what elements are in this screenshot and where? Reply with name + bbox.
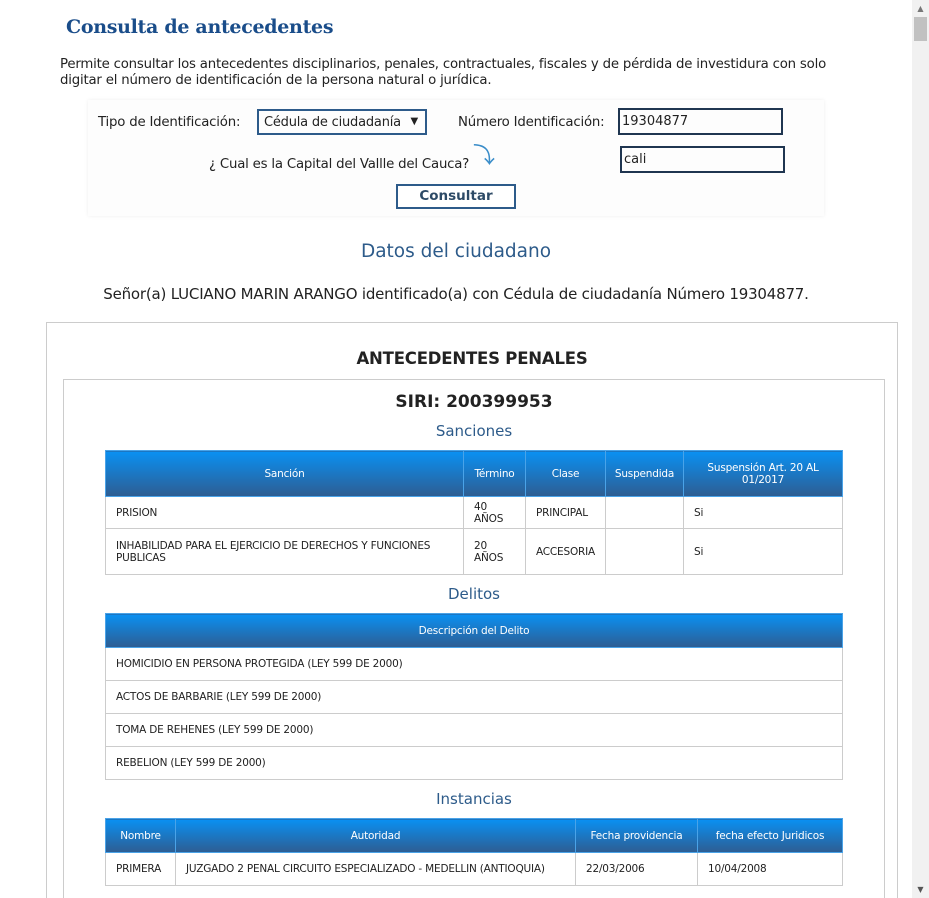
cell: HOMICIDIO EN PERSONA PROTEGIDA (LEY 599 …: [105, 647, 843, 681]
cell: 22/03/2006: [575, 852, 698, 886]
cell: PRINCIPAL: [524, 496, 607, 529]
cell: 10/04/2008: [697, 852, 843, 886]
siri-panel: SIRI: 200399953 Sanciones Sanción Término…: [63, 379, 885, 898]
col-header: Nombre: [105, 818, 176, 853]
siri-number: SIRI: 200399953: [395, 392, 553, 412]
cell: INHABILIDAD PARA EL EJERCICIO DE DERECHO…: [105, 528, 464, 575]
cell: [605, 496, 685, 529]
table-row: REBELION (LEY 599 DE 2000): [105, 746, 843, 780]
col-header: Sanción: [105, 450, 464, 497]
col-header: Descripción del Delito: [105, 613, 843, 648]
cell: REBELION (LEY 599 DE 2000): [105, 746, 843, 780]
chevron-down-icon: ▼: [410, 116, 419, 127]
table-row: HOMICIDIO EN PERSONA PROTEGIDA (LEY 599 …: [105, 647, 843, 681]
table-row: PRIMERA JUZGADO 2 PENAL CIRCUITO ESPECIAL…: [105, 852, 843, 886]
sanciones-table: Sanción Término Clase Suspendida Suspensión …: [105, 450, 843, 575]
col-header: Fecha providencia: [575, 818, 698, 853]
numero-label: Número Identificación:: [458, 115, 605, 130]
instancias-table: Nombre Autoridad Fecha providencia fecha ef…: [105, 818, 843, 886]
table-row: PRISION 40 AÑOS PRINCIPAL Si: [105, 496, 843, 529]
cell: PRISION: [105, 496, 464, 529]
col-header: fecha efecto Juridicos: [697, 818, 843, 853]
delitos-table: Descripción del Delito HOMICIDIO EN PERS…: [105, 613, 843, 780]
page-title: Consulta de antecedentes: [66, 16, 334, 38]
scrollbar-thumb[interactable]: [914, 17, 927, 41]
cell: Si: [683, 528, 843, 575]
datos-title: Datos del ciudadano: [360, 241, 552, 262]
col-header: Autoridad: [175, 818, 576, 853]
cell: 20 AÑOS: [463, 528, 526, 575]
intro-text: Permite consultar los antecedentes disci…: [60, 57, 827, 88]
cell: JUZGADO 2 PENAL CIRCUITO ESPECIALIZADO -…: [175, 852, 576, 886]
table-row: TOMA DE REHENES (LEY 599 DE 2000): [105, 713, 843, 747]
cell: [605, 528, 685, 575]
col-header: Suspensión Art. 20 AL 01/2017: [683, 450, 843, 497]
antecedentes-panel: ANTECEDENTES PENALES SIRI: 200399953 San…: [46, 322, 898, 898]
scroll-down-icon[interactable]: ▼: [912, 881, 929, 898]
numero-input[interactable]: 19304877: [618, 108, 783, 135]
person-info: Señor(a) LUCIANO MARIN ARANGO identifica…: [103, 285, 809, 303]
captcha-question: ¿ Cual es la Capital del Vallle del Cauc…: [209, 157, 470, 172]
col-header: Clase: [524, 450, 607, 497]
scrollbar[interactable]: ▲ ▼: [912, 0, 929, 898]
refresh-captcha-icon[interactable]: ⤵: [473, 145, 495, 169]
cell: Si: [683, 496, 843, 529]
tipo-label: Tipo de Identificación:: [98, 115, 241, 130]
consultar-button[interactable]: Consultar: [396, 184, 516, 209]
sanciones-title: Sanciones: [435, 422, 513, 440]
col-header: Suspendida: [605, 450, 685, 497]
tipo-select[interactable]: Cédula de ciudadanía ▼: [257, 109, 427, 135]
cell: TOMA DE REHENES (LEY 599 DE 2000): [105, 713, 843, 747]
cell: ACCESORIA: [524, 528, 607, 575]
cell: ACTOS DE BARBARIE (LEY 599 DE 2000): [105, 680, 843, 714]
tipo-value: Cédula de ciudadanía: [264, 115, 401, 130]
section-title: ANTECEDENTES PENALES: [356, 349, 588, 368]
scroll-up-icon[interactable]: ▲: [912, 0, 929, 17]
page: Consulta de antecedentes Permite consult…: [0, 0, 912, 898]
instancias-title: Instancias: [436, 790, 512, 808]
table-row: INHABILIDAD PARA EL EJERCICIO DE DERECHO…: [105, 528, 843, 575]
delitos-title: Delitos: [448, 585, 500, 603]
cell: PRIMERA: [105, 852, 176, 886]
captcha-input[interactable]: cali: [620, 146, 785, 173]
cell: 40 AÑOS: [463, 496, 526, 529]
table-row: ACTOS DE BARBARIE (LEY 599 DE 2000): [105, 680, 843, 714]
col-header: Término: [463, 450, 526, 497]
